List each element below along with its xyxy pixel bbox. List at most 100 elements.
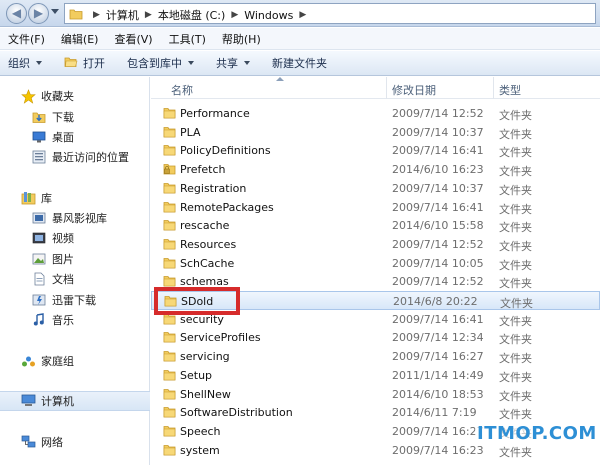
nav-recent-places[interactable]: 最近访问的位置 — [0, 147, 150, 167]
file-date: 2014/6/11 7:19 — [392, 406, 477, 420]
breadcrumb-local-disk[interactable]: 本地磁盘 (C:) — [158, 7, 225, 23]
chevron-right-icon[interactable]: ▶ — [299, 10, 306, 20]
video-icon — [31, 230, 47, 246]
file-name: Setup — [180, 368, 213, 382]
file-name: PLA — [180, 125, 201, 139]
highlight-annotation-box — [154, 287, 240, 315]
file-row[interactable]: PLA 2009/7/14 10:37 文件夹 — [151, 123, 600, 142]
sort-ascending-icon — [276, 77, 284, 81]
file-row[interactable]: Prefetch 2014/6/10 16:23 文件夹 — [151, 160, 600, 179]
nav-thunder-downloads[interactable]: 迅雷下载 — [0, 290, 150, 310]
file-date: 2009/7/14 10:05 — [392, 256, 484, 270]
folder-icon — [69, 7, 83, 23]
desktop-icon — [31, 129, 47, 145]
file-date: 2009/7/14 10:37 — [392, 125, 484, 139]
file-row[interactable]: ShellNew 2014/6/10 18:53 文件夹 — [151, 385, 600, 404]
file-row[interactable]: servicing 2009/7/14 16:27 文件夹 — [151, 347, 600, 366]
file-row[interactable]: Setup 2011/1/14 14:49 文件夹 — [151, 366, 600, 385]
menu-edit[interactable]: 编辑(E) — [61, 31, 99, 47]
column-type-header[interactable]: 类型 — [499, 82, 521, 98]
file-type: 文件夹 — [499, 146, 532, 160]
forward-button[interactable]: ▶ — [28, 3, 49, 24]
file-name: Resources — [180, 237, 237, 251]
breadcrumb-windows[interactable]: Windows — [244, 9, 293, 22]
file-row[interactable]: PolicyDefinitions 2009/7/14 16:41 文件夹 — [151, 141, 600, 160]
back-button[interactable]: ◀ — [6, 3, 27, 24]
folder-icon — [163, 443, 176, 459]
nav-documents[interactable]: 文档 — [0, 269, 150, 289]
file-row[interactable]: RemotePackages 2009/7/14 16:41 文件夹 — [151, 198, 600, 217]
file-type: 文件夹 — [499, 370, 532, 384]
music-icon — [31, 312, 47, 328]
file-date: 2011/1/14 14:49 — [392, 368, 484, 382]
column-date-header[interactable]: 修改日期 — [392, 82, 436, 98]
file-type: 文件夹 — [499, 183, 532, 197]
new-folder-label: 新建文件夹 — [272, 57, 327, 70]
address-bar-area: ◀ ▶ ▶ 计算机 ▶ 本地磁盘 (C:) ▶ Windows ▶ — [0, 0, 600, 27]
menu-bar: 文件(F) 编辑(E) 查看(V) 工具(T) 帮助(H) — [0, 28, 600, 50]
menu-tools[interactable]: 工具(T) — [169, 31, 206, 47]
organize-button[interactable]: 组织 — [8, 55, 42, 71]
file-row[interactable]: Resources 2009/7/14 12:52 文件夹 — [151, 235, 600, 254]
folder-icon — [163, 405, 176, 421]
nav-favorites[interactable]: 收藏夹 — [0, 86, 150, 106]
navigation-pane: 收藏夹 下载 桌面 最近访问的位置 库 暴风影视库 视频 图片 文档 迅雷下载 … — [0, 77, 150, 465]
nav-videos[interactable]: 视频 — [0, 228, 150, 248]
nav-storm-label: 暴风影视库 — [52, 212, 107, 225]
nav-libraries[interactable]: 库 — [0, 188, 150, 208]
nav-homegroup[interactable]: 家庭组 — [0, 351, 150, 371]
file-name: SchCache — [180, 256, 235, 270]
share-button[interactable]: 共享 — [216, 55, 250, 71]
file-name: Prefetch — [180, 163, 226, 177]
file-date: 2009/7/14 16:41 — [392, 312, 484, 326]
menu-view[interactable]: 查看(V) — [114, 31, 152, 47]
nav-favorites-label: 收藏夹 — [41, 90, 74, 103]
homegroup-icon — [20, 353, 36, 369]
folder-icon — [163, 256, 176, 272]
file-name: ServiceProfiles — [180, 331, 261, 345]
chevron-right-icon[interactable]: ▶ — [231, 10, 238, 20]
nav-desktop-label: 桌面 — [52, 131, 74, 144]
file-date: 2009/7/14 12:52 — [392, 237, 484, 251]
file-row[interactable]: ServiceProfiles 2009/7/14 12:34 文件夹 — [151, 328, 600, 347]
file-type: 文件夹 — [499, 109, 532, 122]
nav-downloads[interactable]: 下载 — [0, 107, 150, 127]
file-date: 2009/7/14 16:41 — [392, 200, 484, 214]
chevron-right-icon[interactable]: ▶ — [93, 10, 100, 20]
file-name: Speech — [180, 424, 221, 438]
chevron-down-icon — [188, 61, 194, 65]
include-in-library-button[interactable]: 包含到库中 — [127, 55, 194, 71]
nav-computer[interactable]: 计算机 — [0, 391, 150, 411]
file-row[interactable]: SchCache 2009/7/14 10:05 文件夹 — [151, 254, 600, 273]
menu-help[interactable]: 帮助(H) — [222, 31, 261, 47]
file-row[interactable]: SoftwareDistribution 2014/6/11 7:19 文件夹 — [151, 403, 600, 422]
nav-pictures[interactable]: 图片 — [0, 249, 150, 269]
menu-file[interactable]: 文件(F) — [8, 31, 45, 47]
nav-network[interactable]: 网络 — [0, 432, 150, 452]
file-row[interactable]: rescache 2014/6/10 15:58 文件夹 — [151, 216, 600, 235]
nav-desktop[interactable]: 桌面 — [0, 127, 150, 147]
column-divider[interactable] — [386, 77, 387, 99]
file-row[interactable]: Registration 2009/7/14 10:37 文件夹 — [151, 179, 600, 198]
folder-icon — [163, 106, 176, 122]
nav-music[interactable]: 音乐 — [0, 310, 150, 330]
open-button[interactable]: 打开 — [64, 55, 105, 71]
folder-icon — [163, 368, 176, 384]
recent-pages-dropdown-icon[interactable] — [51, 9, 59, 14]
network-icon — [20, 434, 36, 450]
recent-places-icon — [31, 149, 47, 165]
file-type: 文件夹 — [500, 297, 533, 310]
new-folder-button[interactable]: 新建文件夹 — [272, 55, 327, 71]
chevron-right-icon[interactable]: ▶ — [145, 10, 152, 20]
download-folder-icon — [31, 109, 47, 125]
column-divider[interactable] — [493, 77, 494, 99]
breadcrumb-computer[interactable]: 计算机 — [106, 7, 139, 23]
column-name-header[interactable]: 名称 — [171, 82, 193, 98]
file-type: 文件夹 — [499, 314, 532, 328]
file-date: 2009/7/14 12:52 — [392, 107, 484, 120]
file-date: 2009/7/14 16:27 — [392, 350, 484, 364]
address-input[interactable]: ▶ 计算机 ▶ 本地磁盘 (C:) ▶ Windows ▶ — [64, 3, 596, 24]
file-row[interactable]: Performance 2009/7/14 12:52 文件夹 — [151, 104, 600, 123]
nav-storm-library[interactable]: 暴风影视库 — [0, 208, 150, 228]
file-date: 2014/6/8 20:22 — [393, 295, 478, 308]
